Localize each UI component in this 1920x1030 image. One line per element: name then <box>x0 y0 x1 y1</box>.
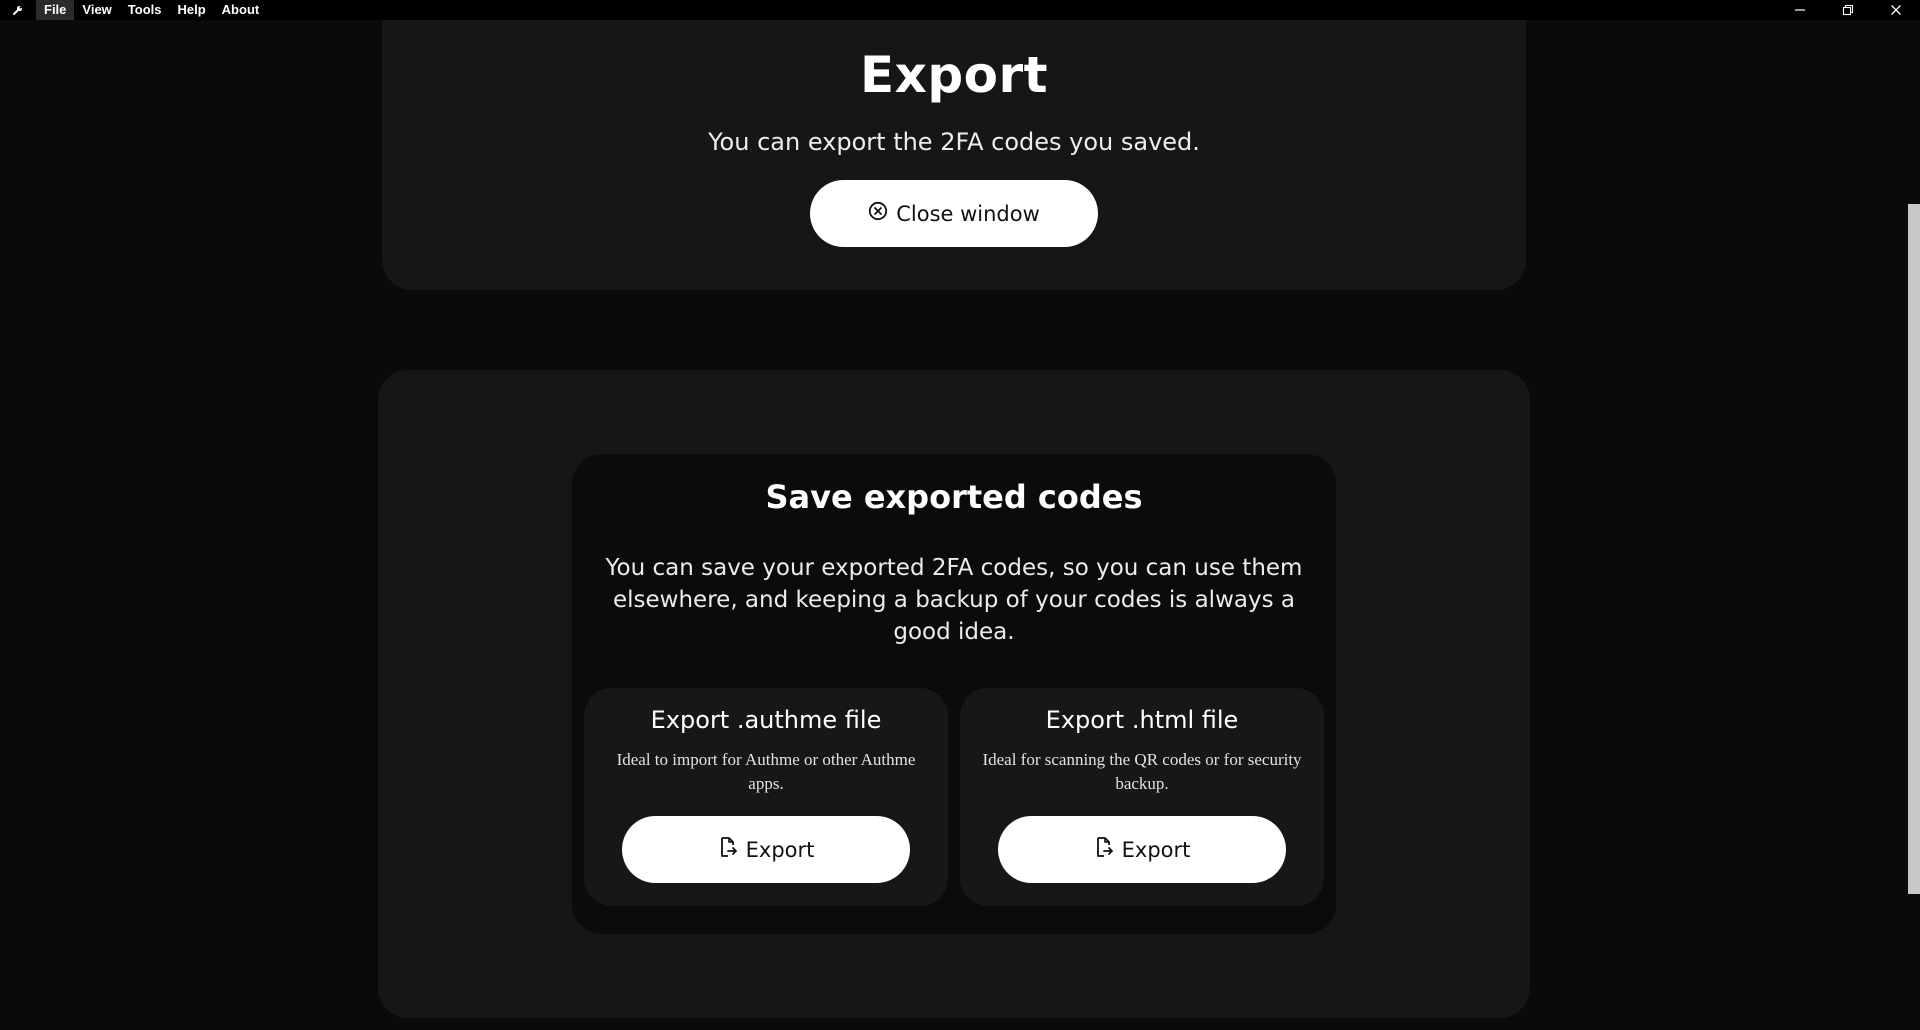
section-description: You can save your exported 2FA codes, so… <box>605 555 1303 645</box>
close-window-label: Close window <box>896 201 1040 226</box>
scrollbar-thumb[interactable] <box>1908 204 1920 894</box>
export-authme-label: Export <box>745 837 815 862</box>
file-export-icon <box>1094 836 1114 863</box>
scrollbar[interactable] <box>1908 20 1920 1030</box>
export-html-description: Ideal for scanning the QR codes or for s… <box>982 750 1302 793</box>
page-subtitle: You can export the 2FA codes you saved. <box>708 128 1200 156</box>
save-codes-panel: Save exported codes You can save your ex… <box>572 454 1336 934</box>
restore-icon[interactable] <box>1824 0 1872 20</box>
export-authme-title: Export .authme file <box>650 706 882 734</box>
section-title: Save exported codes <box>765 478 1143 516</box>
window-controls <box>1776 0 1920 20</box>
wrench-icon[interactable] <box>0 0 36 20</box>
save-codes-card: Save exported codes You can save your ex… <box>378 370 1530 1018</box>
title-bar: File View Tools Help About <box>0 0 1920 20</box>
minimize-icon[interactable] <box>1776 0 1824 20</box>
export-authme-button[interactable]: Export <box>622 816 910 883</box>
close-window-button[interactable]: Close window <box>810 180 1098 247</box>
close-icon[interactable] <box>1872 0 1920 20</box>
file-export-icon <box>718 836 738 863</box>
menu-about[interactable]: About <box>214 0 268 20</box>
export-authme-card: Export .authme file Ideal to import for … <box>584 688 948 906</box>
export-html-button[interactable]: Export <box>998 816 1286 883</box>
export-html-title: Export .html file <box>1045 706 1239 734</box>
export-html-label: Export <box>1121 837 1191 862</box>
export-authme-description: Ideal to import for Authme or other Auth… <box>616 750 916 793</box>
export-header-card: Export You can export the 2FA codes you … <box>382 20 1526 290</box>
page-title: Export <box>859 46 1049 104</box>
x-circle-icon <box>868 201 888 226</box>
export-html-card: Export .html file Ideal for scanning the… <box>960 688 1324 906</box>
menu-file[interactable]: File <box>36 0 75 20</box>
menu-help[interactable]: Help <box>170 0 214 20</box>
menu-tools[interactable]: Tools <box>120 0 170 20</box>
menu-view[interactable]: View <box>74 0 119 20</box>
